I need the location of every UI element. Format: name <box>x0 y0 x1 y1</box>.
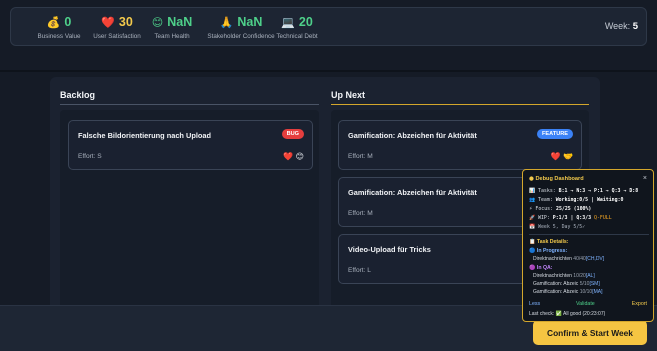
calendar-icon: 📅 <box>529 224 536 230</box>
week-indicator: Week: 5 <box>605 21 638 32</box>
task-name: Gamification: Abzeic <box>533 289 579 295</box>
metrics-bar: 💰 0 Business Value ❤️ 30 User Satisfaction… <box>10 7 647 46</box>
backlog-column-title: Backlog <box>60 90 96 100</box>
week-label: Week: <box>604 21 631 31</box>
card-effort: Effort: L <box>348 267 371 274</box>
task-item: Direktnachrichten 10/20[AL] <box>533 273 595 279</box>
week-number: 5 <box>632 21 638 32</box>
metric-value: NaN <box>167 15 193 29</box>
wip-value: P:1/3 | Q:3/3 <box>552 215 592 221</box>
in-qa-heading: 🟣 In QA: <box>529 265 552 271</box>
yellow-circle-icon: ● <box>529 176 534 182</box>
task-item: Gamification: Abzeic 10/10[MA] <box>533 289 603 295</box>
debug-week-row: 📅 Week 5, Day 5/5✓ <box>529 224 585 230</box>
purple-circle-icon: 🟣 <box>529 265 536 271</box>
debug-wip-row: 🚀 WIP: P:1/3 | Q:3/3 Q-FULL <box>529 215 612 221</box>
card-effort: Effort: M <box>348 153 373 160</box>
metric-value: 30 <box>118 15 133 29</box>
chart-icon: 📊 <box>529 188 536 194</box>
laptop-icon: 💻 <box>281 16 295 29</box>
header-divider <box>0 70 657 72</box>
up-next-column-title: Up Next <box>331 90 366 100</box>
metric-label: Business Value <box>37 33 81 40</box>
task-assignees: [SM] <box>589 281 600 287</box>
metric-user-satisfaction: ❤️ 30 User Satisfaction <box>85 14 149 40</box>
task-details-heading: 📋 Task Details: <box>529 239 569 245</box>
clipboard-icon: 📋 <box>529 239 536 245</box>
metric-label: Technical Debt <box>276 33 318 40</box>
debug-title: ● Debug Dashboard <box>529 176 584 182</box>
people-icon: 👥 <box>529 197 536 203</box>
wip-label: WIP: <box>538 215 550 221</box>
metric-value: 20 <box>298 15 313 29</box>
week-day-text: Week 5, Day 5/5✓ <box>538 224 586 230</box>
task-progress: 10/20 <box>573 273 586 279</box>
lightning-icon: ⚡ <box>529 206 533 212</box>
metric-value: NaN <box>237 15 263 29</box>
task-progress: 10/10 <box>579 289 593 295</box>
debug-tasks-row: 📊 Tasks: B:1 → N:3 → P:1 → Q:3 → D:8 <box>529 188 638 194</box>
export-button[interactable]: Export <box>632 301 647 307</box>
metric-value: 0 <box>64 15 72 29</box>
tasks-label: Tasks: <box>538 188 556 194</box>
task-assignees: [CH,DV] <box>585 256 605 262</box>
bug-badge: BUG <box>281 129 304 139</box>
up-next-divider <box>331 104 589 105</box>
debug-team-row: 👥 Team: Working:0/5 | Waiting:0 <box>529 197 623 203</box>
backlog-card[interactable]: Falsche Bildorientierung nach Upload BUG… <box>68 120 313 170</box>
feature-badge: FEATURE <box>537 129 573 139</box>
confirm-start-week-button[interactable]: Confirm & Start Week <box>533 320 647 345</box>
task-name: Gamification: Abzeic <box>533 281 579 287</box>
smile-icon: 😊 <box>151 16 164 29</box>
debug-divider <box>529 234 649 235</box>
blue-circle-icon: 🔵 <box>529 248 536 254</box>
close-icon[interactable]: × <box>643 175 647 182</box>
task-name: Direktnachrichten <box>533 256 572 262</box>
card-effort: Effort: M <box>348 210 373 217</box>
focus-value: 25/25 (100%) <box>556 206 592 212</box>
focus-label: Focus: <box>535 206 554 212</box>
task-assignees: [MA] <box>592 289 603 295</box>
card-effort: Effort: S <box>78 153 102 160</box>
in-progress-heading: 🔵 In Progress: <box>529 248 567 254</box>
task-name: Direktnachrichten <box>533 273 572 279</box>
task-progress: 5/10 <box>579 281 590 287</box>
debug-dashboard: ● Debug Dashboard × 📊 Tasks: B:1 → N:3 →… <box>522 169 654 322</box>
backlog-divider <box>60 104 319 105</box>
pray-icon: 🙏 <box>219 16 234 29</box>
tasks-value: B:1 → N:3 → P:1 → Q:3 → D:8 <box>558 188 639 194</box>
in-progress-label: In Progress: <box>536 248 568 254</box>
heart-icon: ❤️ <box>101 16 115 29</box>
rocket-icon: 🚀 <box>529 215 536 221</box>
task-item: Direktnachrichten 40/40[CH,DV] <box>533 256 604 262</box>
card-title: Falsche Bildorientierung nach Upload <box>78 131 212 140</box>
metric-label: Team Health <box>154 33 190 40</box>
metric-business-value: 💰 0 Business Value <box>33 14 85 40</box>
task-details-text: Task Details: <box>536 239 569 245</box>
debug-title-text: Debug Dashboard <box>535 176 584 182</box>
in-qa-label: In QA: <box>536 265 553 271</box>
metric-team-health: 😊 NaN Team Health <box>143 14 201 40</box>
last-check-status: Last check: ✅ All good (20:23:07) <box>529 311 606 317</box>
metric-label: User Satisfaction <box>93 33 141 40</box>
task-progress: 40/40 <box>573 256 586 262</box>
up-next-card[interactable]: Gamification: Abzeichen für Aktivität FE… <box>338 120 582 170</box>
card-title: Video-Upload für Tricks <box>348 245 431 254</box>
validate-button[interactable]: Validate <box>576 301 595 307</box>
card-title: Gamification: Abzeichen für Aktivität <box>348 188 477 197</box>
team-value: Working:0/5 | Waiting:0 <box>555 197 624 203</box>
sprint-board: Backlog Falsche Bildorientierung nach Up… <box>50 77 600 317</box>
impact-icons: ❤️ 😊 <box>283 152 304 161</box>
less-button[interactable]: Less <box>529 301 540 307</box>
task-assignees: [AL] <box>585 273 595 279</box>
team-label: Team: <box>538 197 553 203</box>
wip-flag: Q-FULL <box>594 215 612 221</box>
debug-focus-row: ⚡ Focus: 25/25 (100%) <box>529 206 591 212</box>
money-bag-icon: 💰 <box>46 16 61 29</box>
card-title: Gamification: Abzeichen für Aktivität <box>348 131 477 140</box>
task-item: Gamification: Abzeic 5/10[SM] <box>533 281 600 287</box>
impact-icons: ❤️ 🤝 <box>550 152 573 161</box>
metric-technical-debt: 💻 20 Technical Debt <box>267 14 327 40</box>
